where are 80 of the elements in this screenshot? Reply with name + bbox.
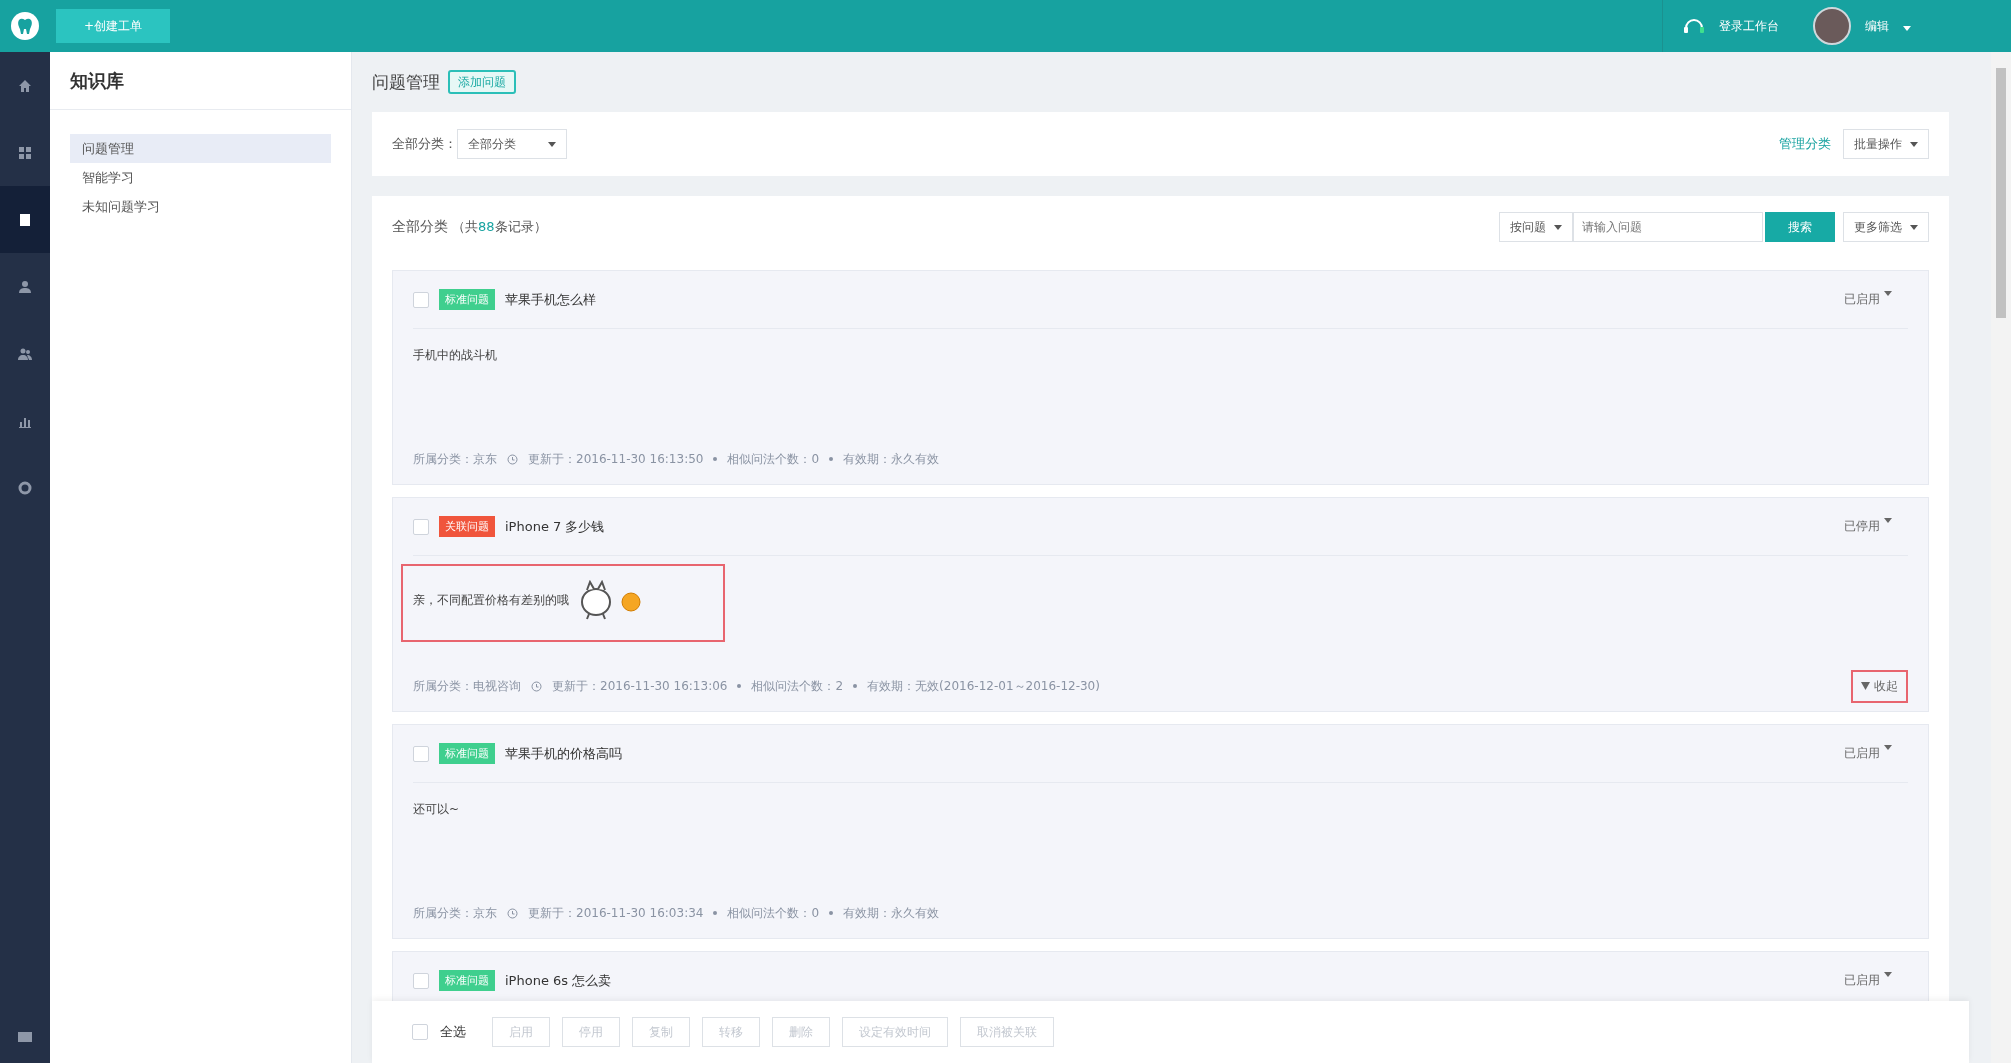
category-meta: 所属分类：京东 [413, 450, 497, 468]
collapse-button[interactable]: 收起 [1851, 669, 1908, 703]
separator-dot [713, 911, 718, 915]
sidebar-title: 知识库 [50, 52, 351, 110]
status-dropdown[interactable]: 已启用 [1838, 290, 1898, 309]
sidebar-item[interactable]: 未知问题学习 [70, 192, 331, 221]
select-all-checkbox[interactable] [412, 1024, 428, 1040]
clock-icon [507, 907, 518, 919]
clock-icon [507, 453, 518, 465]
caret-icon [1861, 681, 1870, 690]
caret-icon [1884, 972, 1892, 977]
question-type-tag: 标准问题 [439, 289, 495, 310]
sidebar-item[interactable]: 智能学习 [70, 163, 331, 192]
clock-icon [531, 680, 542, 692]
caret-icon [1554, 224, 1562, 230]
sidebar-item[interactable]: 问题管理 [70, 134, 331, 163]
message-icon[interactable] [18, 1032, 32, 1044]
validity-meta: 有效期：永久有效 [843, 450, 940, 468]
caret-icon [1884, 745, 1892, 750]
status-dropdown[interactable]: 已启用 [1838, 744, 1898, 763]
category-meta: 所属分类：京东 [413, 904, 497, 922]
validity-meta: 有效期：永久有效 [843, 904, 940, 922]
category-meta: 所属分类：电视咨询 [413, 677, 521, 695]
user-menu[interactable]: 编辑 [1865, 17, 1889, 35]
validity-meta: 有效期：无效(2016-12-01～2016-12-30) [867, 677, 1100, 695]
question-type-tag: 关联问题 [439, 516, 495, 537]
caret-icon [1884, 291, 1892, 296]
caret-icon [1903, 25, 1911, 31]
separator-dot [829, 911, 834, 915]
grid-icon[interactable] [18, 145, 32, 160]
search-field[interactable]: 请输入问题 [1573, 212, 1763, 242]
question-title[interactable]: 苹果手机怎么样 [505, 290, 596, 309]
updated-meta: 更新于：2016-11-30 16:03:34 [528, 904, 704, 922]
similar-count-meta: 相似问法个数：0 [727, 450, 820, 468]
similar-count-meta: 相似问法个数：2 [751, 677, 844, 695]
people-icon[interactable] [18, 346, 32, 361]
search-type-select[interactable]: 按问题 [1499, 212, 1573, 242]
workbench-link[interactable]: 登录工作台 [1719, 17, 1779, 35]
checkbox[interactable] [413, 518, 429, 535]
more-filters-button[interactable]: 更多筛选 [1843, 212, 1929, 242]
question-title[interactable]: iPhone 7 多少钱 [505, 517, 605, 536]
question-type-tag: 标准问题 [439, 970, 495, 991]
answer-text: 亲，不同配置价格有差别的哦 [413, 591, 569, 609]
updated-meta: 更新于：2016-11-30 16:13:06 [552, 677, 728, 695]
answer-text: 手机中的战斗机 [413, 347, 497, 364]
person-icon[interactable] [18, 279, 32, 294]
similar-count-meta: 相似问法个数：0 [727, 904, 820, 922]
checkbox[interactable] [413, 745, 429, 762]
category-label: 全部分类： [392, 135, 457, 153]
page-title: 问题管理 [372, 70, 440, 94]
headset-icon[interactable] [1683, 17, 1705, 35]
caret-icon [1910, 141, 1918, 147]
updated-meta: 更新于：2016-11-30 16:13:50 [528, 450, 704, 468]
scrollbar[interactable] [1991, 52, 2011, 1063]
book-icon[interactable] [18, 212, 32, 227]
caret-icon [1884, 518, 1892, 523]
question-title[interactable]: 苹果手机的价格高吗 [505, 744, 622, 763]
home-icon[interactable] [18, 78, 32, 93]
checkbox[interactable] [413, 291, 429, 308]
status-dropdown[interactable]: 已启用 [1838, 971, 1898, 990]
caret-icon [1910, 224, 1918, 230]
question-title[interactable]: iPhone 6s 怎么卖 [505, 971, 612, 990]
manage-category-link[interactable]: 管理分类 [1779, 135, 1831, 153]
answer-text: 还可以~ [413, 801, 460, 818]
settings-icon[interactable] [18, 480, 32, 495]
question-type-tag: 标准问题 [439, 743, 495, 764]
avatar[interactable] [1813, 7, 1851, 45]
status-dropdown[interactable]: 已停用 [1838, 517, 1898, 536]
separator-dot [829, 457, 834, 461]
separator-dot [737, 684, 742, 688]
logo-icon [10, 11, 40, 41]
select-all-label[interactable]: 全选 [440, 1023, 466, 1041]
list-title: 全部分类 [392, 218, 448, 236]
category-select[interactable]: 全部分类 [457, 129, 567, 159]
separator-dot [853, 684, 858, 688]
checkbox[interactable] [413, 972, 429, 989]
caret-icon [548, 141, 556, 147]
separator-dot [713, 457, 718, 461]
batch-button[interactable]: 批量操作 [1843, 129, 1929, 159]
record-count: （共88条记录） [452, 218, 547, 236]
